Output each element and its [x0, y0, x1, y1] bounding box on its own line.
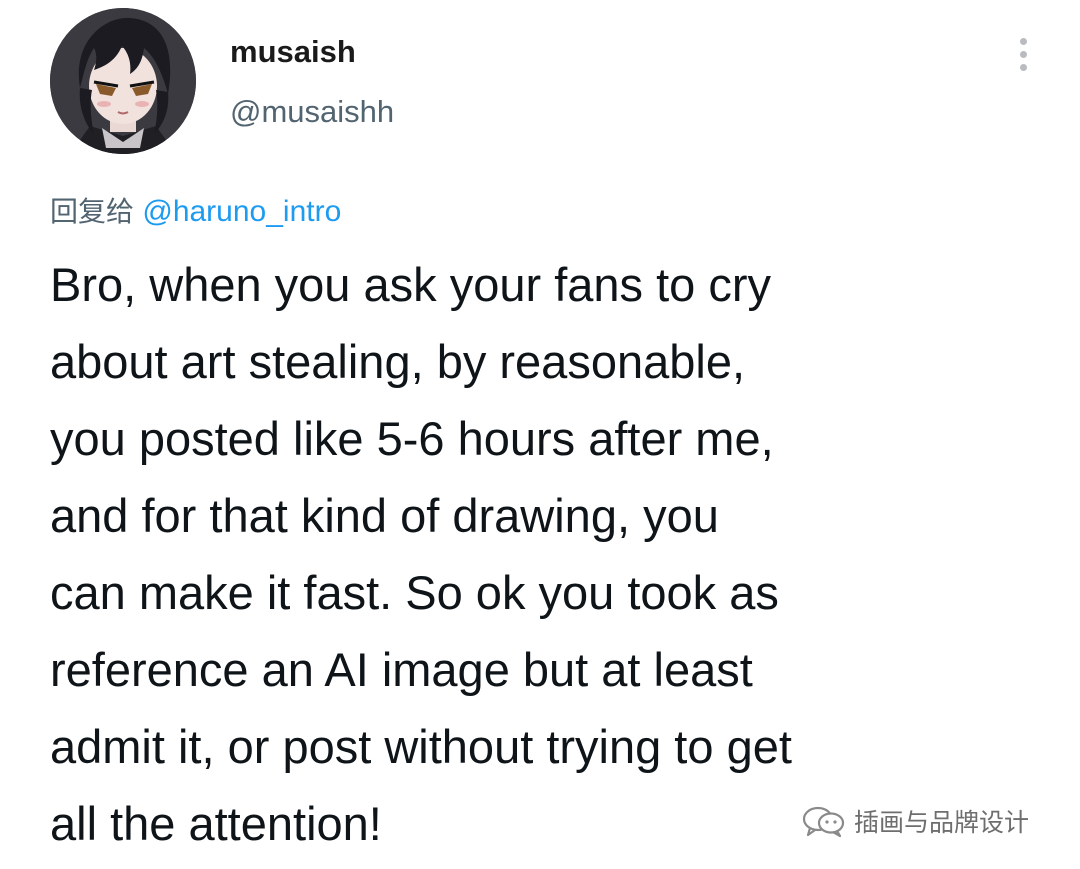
anime-avatar-icon[interactable] [50, 8, 196, 154]
tweet-text: Bro, when you ask your fans to cry about… [50, 246, 1050, 862]
author-display-name[interactable]: musaish [230, 34, 356, 70]
reply-context: 回复给 @haruno_intro [50, 190, 341, 230]
tweet-text-line: Bro, when you ask your fans to cry [50, 258, 771, 311]
tweet-text-line: admit it, or post without trying to get [50, 720, 792, 773]
tweet-text-line: about art stealing, by reasonable, [50, 335, 746, 388]
tweet-card: musaish @musaishh 回复给 @haruno_intro Bro,… [0, 0, 1080, 869]
watermark: 插画与品牌设计 [800, 799, 1029, 843]
tweet-text-line: can make it fast. So ok you took as [50, 566, 779, 619]
author-handle[interactable]: @musaishh [230, 94, 394, 130]
reply-mention-link[interactable]: @haruno_intro [142, 195, 341, 228]
more-vertical-icon[interactable] [1012, 36, 1036, 74]
watermark-text: 插画与品牌设计 [854, 808, 1030, 837]
tweet-text-line: and for that kind of drawing, you [50, 489, 719, 542]
reply-prefix: 回复给 [50, 195, 135, 228]
tweet-text-line: you posted like 5-6 hours after me, [50, 412, 774, 465]
tweet-text-line: reference an AI image but at least [50, 643, 753, 696]
wechat-channel-icon [800, 804, 848, 838]
